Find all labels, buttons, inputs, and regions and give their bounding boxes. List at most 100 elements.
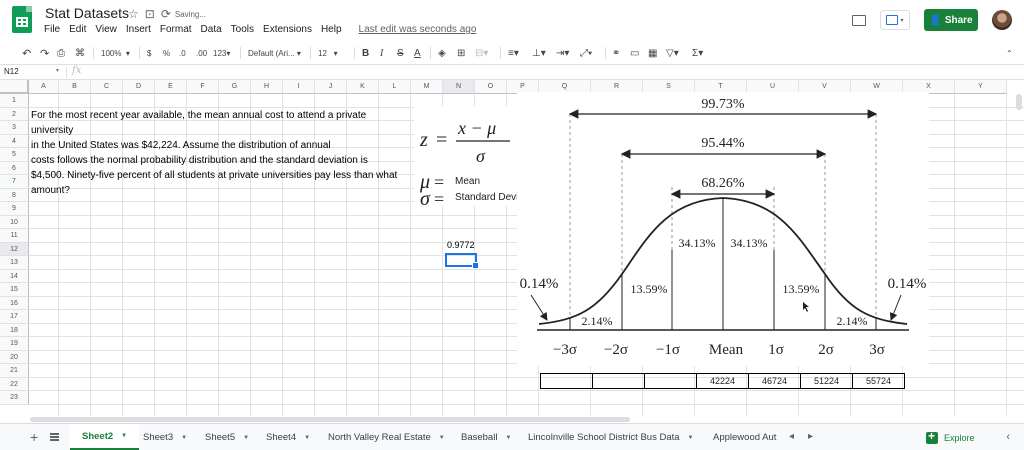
increase-decimal-button[interactable]: .00 — [196, 45, 207, 61]
sheet-tab-sheet4[interactable]: Sheet4 ▼ — [266, 424, 310, 450]
text-wrap-icon[interactable]: ⇥▾ — [556, 45, 569, 61]
fill-color-icon[interactable]: ◈ — [438, 45, 446, 61]
cell-a7[interactable]: amount? — [31, 185, 70, 196]
sheet-tab-north-valley-real-estate[interactable]: North Valley Real Estate ▼ — [328, 424, 445, 450]
insert-chart-icon[interactable]: ▦ — [648, 45, 657, 61]
zoom-select[interactable]: 100% ▾ — [101, 45, 130, 61]
column-header-h[interactable]: H — [251, 80, 283, 94]
explore-button[interactable]: Explore — [926, 428, 975, 448]
row-header-16[interactable]: 16 — [0, 296, 29, 310]
row-header-9[interactable]: 9 — [0, 202, 29, 216]
column-header-j[interactable]: J — [315, 80, 347, 94]
menu-data[interactable]: Data — [201, 24, 222, 35]
selected-cell-n12[interactable] — [445, 253, 479, 269]
row-header-23[interactable]: 23 — [0, 391, 29, 405]
cell-a4[interactable]: in the United States was $42,224. Assume… — [31, 140, 331, 151]
paint-format-icon[interactable]: ⌘ — [75, 45, 85, 61]
text-rotation-icon[interactable]: ⤢▾ — [580, 45, 592, 61]
column-header-f[interactable]: F — [187, 80, 219, 94]
row-header-18[interactable]: 18 — [0, 323, 29, 337]
select-all-corner[interactable] — [0, 80, 29, 94]
row-header-21[interactable]: 21 — [0, 364, 29, 378]
column-header-d[interactable]: D — [123, 80, 155, 94]
account-avatar[interactable] — [992, 10, 1012, 30]
strikethrough-button[interactable]: S — [397, 45, 404, 61]
text-color-button[interactable]: A — [414, 45, 421, 61]
cell-a2[interactable]: For the most recent year available, the … — [31, 110, 366, 121]
column-header-a[interactable]: A — [29, 80, 59, 94]
sheet-tab-lincolnville[interactable]: Lincolnville School District Bus Data ▼ — [528, 424, 694, 450]
cell-v21[interactable]: 51224 — [800, 373, 853, 389]
row-header-8[interactable]: 8 — [0, 188, 29, 202]
row-header-13[interactable]: 13 — [0, 256, 29, 270]
menu-insert[interactable]: Insert — [126, 24, 151, 35]
font-size-select[interactable]: 12 ▾ — [318, 45, 338, 61]
sheet-tab-sheet3[interactable]: Sheet3 ▼ — [143, 424, 187, 450]
collapse-toolbar-icon[interactable]: ⌃ — [1006, 45, 1013, 61]
sheets-logo-icon[interactable] — [12, 6, 32, 33]
menu-view[interactable]: View — [95, 24, 117, 35]
horizontal-scrollbar[interactable] — [30, 417, 630, 422]
column-header-n[interactable]: N — [443, 80, 475, 94]
last-edit-link[interactable]: Last edit was seconds ago — [359, 24, 477, 35]
row-header-20[interactable]: 20 — [0, 350, 29, 364]
row-header-2[interactable]: 2 — [0, 107, 29, 121]
cell-u21[interactable]: 46724 — [748, 373, 801, 389]
column-header-m[interactable]: M — [411, 80, 443, 94]
row-header-7[interactable]: 7 — [0, 175, 29, 189]
percent-format-button[interactable]: % — [163, 45, 170, 61]
cell-a3[interactable]: university — [31, 125, 73, 136]
decrease-decimal-button[interactable]: .0 — [179, 45, 186, 61]
merge-cells-icon[interactable]: ⊟▾ — [475, 45, 488, 61]
filter-icon[interactable]: ▽▾ — [666, 45, 679, 61]
borders-icon[interactable]: ⊞ — [457, 45, 465, 61]
column-header-l[interactable]: L — [379, 80, 411, 94]
sheet-tab-sheet2[interactable]: Sheet2 ▼ — [70, 424, 140, 450]
share-button[interactable]: 👤 Share — [924, 9, 978, 31]
row-header-10[interactable]: 10 — [0, 215, 29, 229]
functions-button[interactable]: Σ ▾ — [692, 45, 703, 61]
vertical-scrollbar[interactable] — [1016, 94, 1022, 110]
sheet-tab-baseball[interactable]: Baseball ▼ — [461, 424, 511, 450]
row-header-1[interactable]: 1 — [0, 94, 29, 108]
column-header-e[interactable]: E — [155, 80, 187, 94]
row-header-19[interactable]: 19 — [0, 337, 29, 351]
add-sheet-button[interactable]: + — [30, 429, 38, 445]
spreadsheet-grid[interactable]: ABCDEFGHIJKLMNOPQRSTUVWXY 1 2 3 4 5 6 7 8 9 10 11 1… — [0, 80, 1024, 416]
document-title[interactable]: Stat Datasets — [45, 5, 129, 21]
cell-t21[interactable]: 42224 — [696, 373, 749, 389]
row-header-22[interactable]: 22 — [0, 377, 29, 391]
cell-r21[interactable] — [592, 373, 645, 389]
undo-icon[interactable]: ↶ — [22, 45, 31, 61]
more-formats-button[interactable]: 123 ▾ — [213, 45, 230, 61]
cell-w21[interactable]: 55724 — [852, 373, 905, 389]
cell-s21[interactable] — [644, 373, 697, 389]
row-header-11[interactable]: 11 — [0, 229, 29, 243]
scroll-tabs-left-icon[interactable]: ◂ — [789, 431, 794, 442]
cell-n11[interactable]: 0.9772 — [447, 240, 475, 250]
italic-button[interactable]: I — [380, 45, 383, 61]
move-folder-icon[interactable]: ⊡ — [145, 7, 155, 21]
currency-format-button[interactable]: $ — [147, 45, 151, 61]
present-button[interactable]: ▾ — [880, 10, 910, 30]
bold-button[interactable]: B — [362, 45, 369, 61]
name-box-dropdown-icon[interactable]: ▾ — [56, 67, 59, 74]
redo-icon[interactable]: ↷ — [40, 45, 49, 61]
vertical-align-icon[interactable]: ⊥▾ — [532, 45, 546, 61]
normal-distribution-image[interactable]: 99.73% 95.44% 68.26% 34.13% 34.13% 13.59… — [517, 92, 929, 366]
column-header-c[interactable]: C — [91, 80, 123, 94]
row-header-4[interactable]: 4 — [0, 134, 29, 148]
column-header-y[interactable]: Y — [955, 80, 1007, 94]
insert-link-icon[interactable]: ⚭ — [612, 45, 620, 61]
menu-format[interactable]: Format — [160, 24, 192, 35]
row-header-15[interactable]: 15 — [0, 283, 29, 297]
row-header-6[interactable]: 6 — [0, 161, 29, 175]
comment-history-icon[interactable] — [852, 14, 866, 26]
row-header-14[interactable]: 14 — [0, 269, 29, 283]
insert-comment-icon[interactable]: ▭ — [630, 45, 639, 61]
scroll-tabs-right-icon[interactable]: ▸ — [808, 431, 813, 442]
menu-help[interactable]: Help — [321, 24, 342, 35]
star-icon[interactable]: ☆ — [128, 7, 139, 21]
cell-a6[interactable]: $4,500. Ninety-five percent of all stude… — [31, 170, 397, 181]
sheet-tab-applewood[interactable]: Applewood Aut — [713, 424, 779, 450]
